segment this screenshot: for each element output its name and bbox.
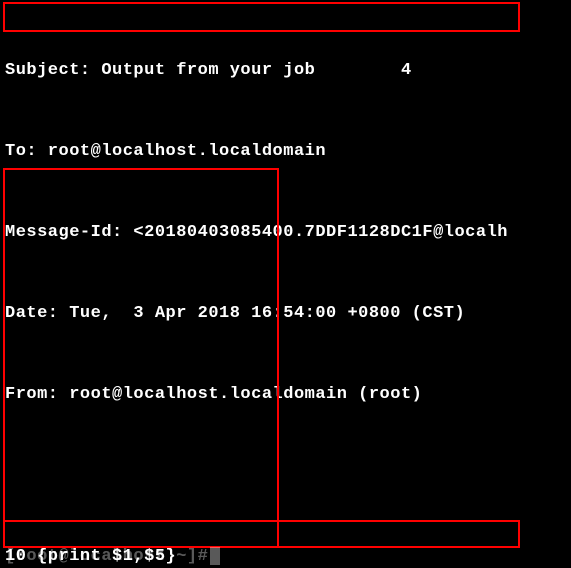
shell-prompt[interactable]: [root@localhost ~]# <box>5 546 571 568</box>
prompt-text: [root@localhost ~]# <box>5 547 208 566</box>
cursor-icon <box>210 547 220 565</box>
terminal-screen[interactable]: Subject: Output from your job 4 To: root… <box>0 0 571 568</box>
mail-subject-line: Subject: Output from your job 4 <box>5 57 566 84</box>
highlight-box-subject <box>3 2 520 32</box>
mail-to-line: To: root@localhost.localdomain <box>5 138 566 165</box>
mail-message-id-line: Message-Id: <20180403085400.7DDF1128DC1F… <box>5 219 566 246</box>
blank-line <box>5 462 566 489</box>
mail-from-line: From: root@localhost.localdomain (root) <box>5 381 566 408</box>
mail-date-line: Date: Tue, 3 Apr 2018 16:54:00 +0800 (CS… <box>5 300 566 327</box>
